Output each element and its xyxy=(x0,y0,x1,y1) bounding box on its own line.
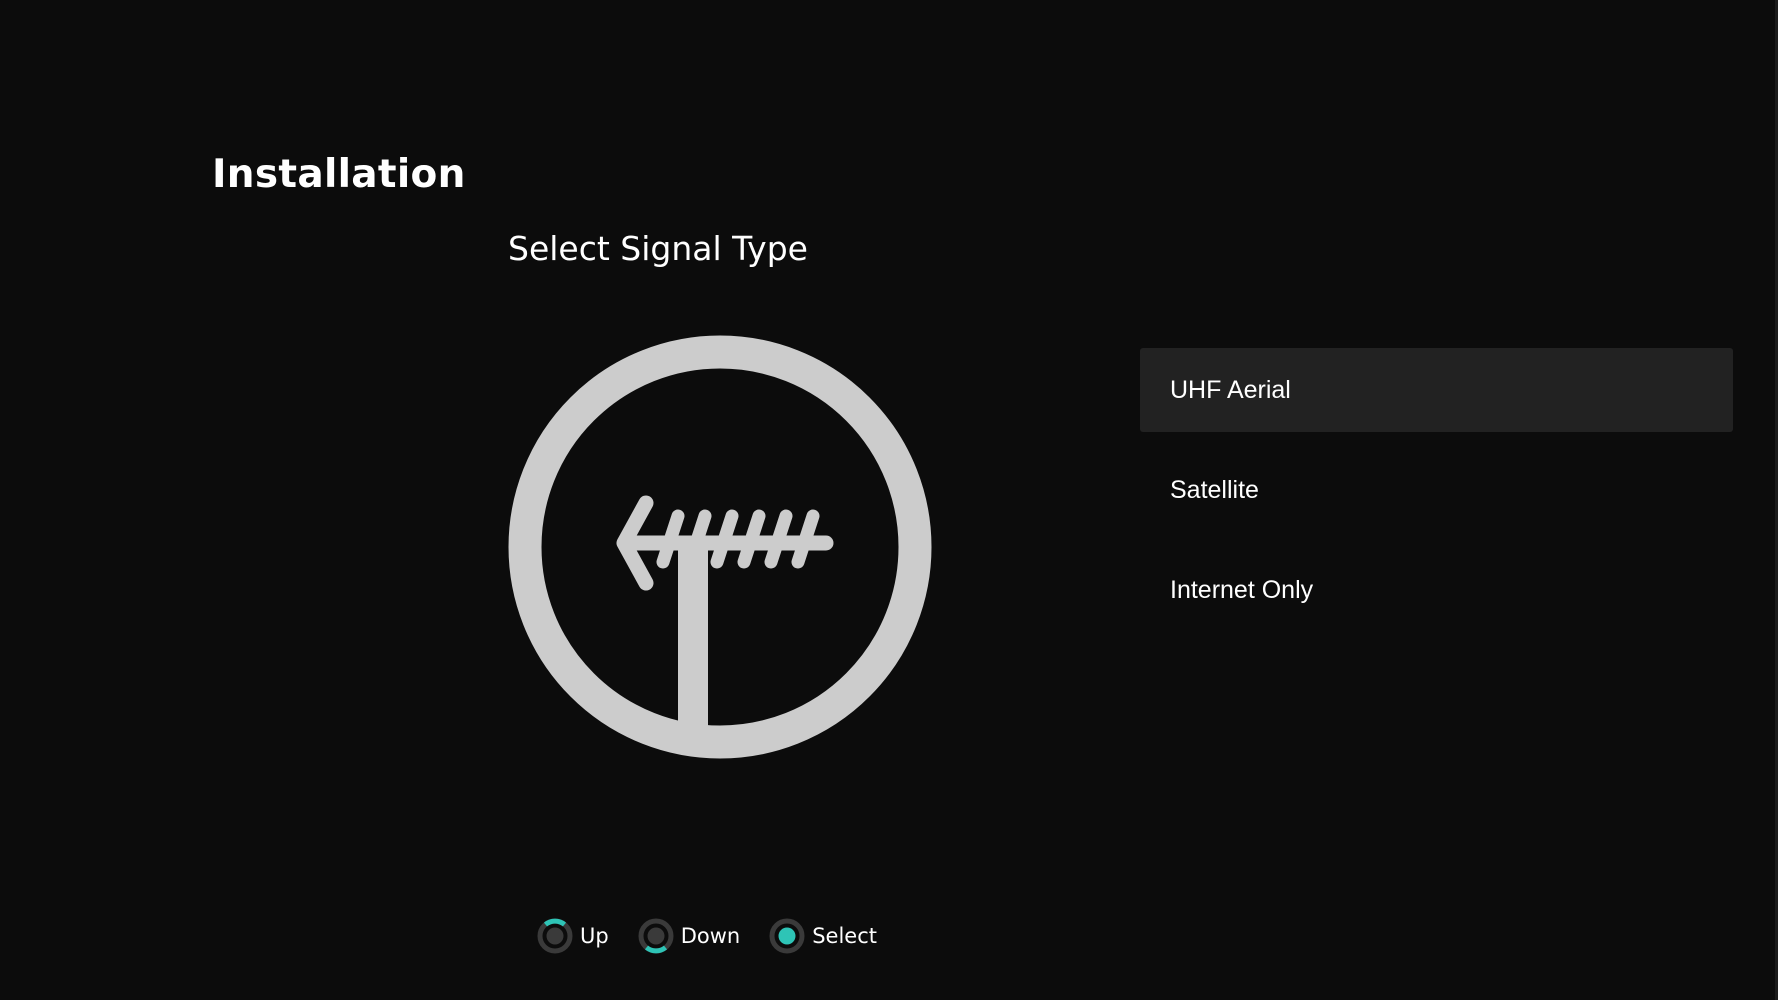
option-label: Internet Only xyxy=(1170,575,1314,604)
signal-type-heading: Select Signal Type xyxy=(508,229,808,268)
hint-select: Select xyxy=(768,917,877,955)
hint-select-label: Select xyxy=(812,924,878,948)
dpad-up-icon xyxy=(537,918,573,954)
dpad-select-icon xyxy=(769,918,805,954)
hint-down-label: Down xyxy=(680,924,741,948)
hint-down: Down xyxy=(637,917,741,955)
hint-up: Up xyxy=(536,917,609,955)
option-satellite[interactable]: Satellite xyxy=(1140,448,1733,532)
dpad-down-icon xyxy=(638,918,674,954)
remote-hints-bar: Up Down Select xyxy=(536,916,905,956)
installation-screen: Installation Select Signal Type UHF Aeri… xyxy=(0,0,1778,1000)
option-label: Satellite xyxy=(1170,475,1259,504)
hint-up-label: Up xyxy=(580,924,609,948)
aerial-antenna-icon xyxy=(508,335,932,759)
option-label: UHF Aerial xyxy=(1170,375,1291,404)
option-internet-only[interactable]: Internet Only xyxy=(1140,548,1733,632)
signal-type-list: UHF Aerial Satellite Internet Only xyxy=(1140,348,1733,648)
option-uhf-aerial[interactable]: UHF Aerial xyxy=(1140,348,1733,432)
page-title: Installation xyxy=(212,152,466,197)
